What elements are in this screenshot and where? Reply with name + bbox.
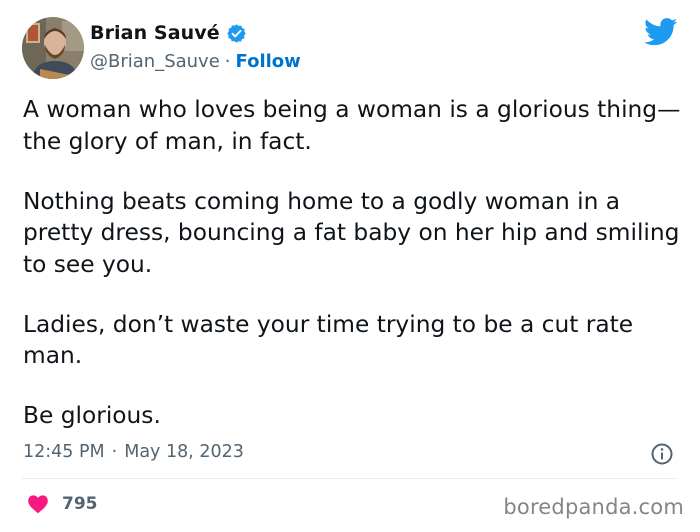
author-name-row: Brian Sauvé [90,22,247,44]
heart-icon [28,495,48,514]
avatar[interactable] [22,17,84,79]
tweet-paragraph: Be glorious. [23,402,161,429]
tweet-time: 12:45 PM [23,442,105,462]
author-handle[interactable]: @Brian_Sauve [90,51,220,72]
verified-badge-icon [227,23,246,43]
profile-photo [22,17,84,79]
tweet-text: A woman who loves being a woman is a glo… [23,94,683,432]
watermark: boredpanda.com [503,495,684,519]
tweet-paragraph: A woman who loves being a woman is a glo… [23,96,681,155]
tweet-paragraph: Nothing beats coming home to a godly wom… [23,187,680,278]
like-count: 795 [62,494,98,514]
tweet-paragraph: Ladies, don’t waste your time trying to … [23,310,634,370]
author-handle-row: @Brian_Sauve · Follow [90,51,301,72]
follow-button[interactable]: Follow [236,51,301,72]
like-button[interactable]: 795 [26,492,98,516]
timestamp-separator: · [111,442,118,462]
author-display-name[interactable]: Brian Sauvé [90,22,220,44]
handle-separator: · [224,51,231,72]
twitter-bird-icon[interactable] [644,18,678,46]
tweet-date: May 18, 2023 [124,442,244,462]
info-icon[interactable] [650,442,674,466]
tweet-timestamp[interactable]: 12:45 PM · May 18, 2023 [23,442,244,462]
divider [22,478,677,479]
